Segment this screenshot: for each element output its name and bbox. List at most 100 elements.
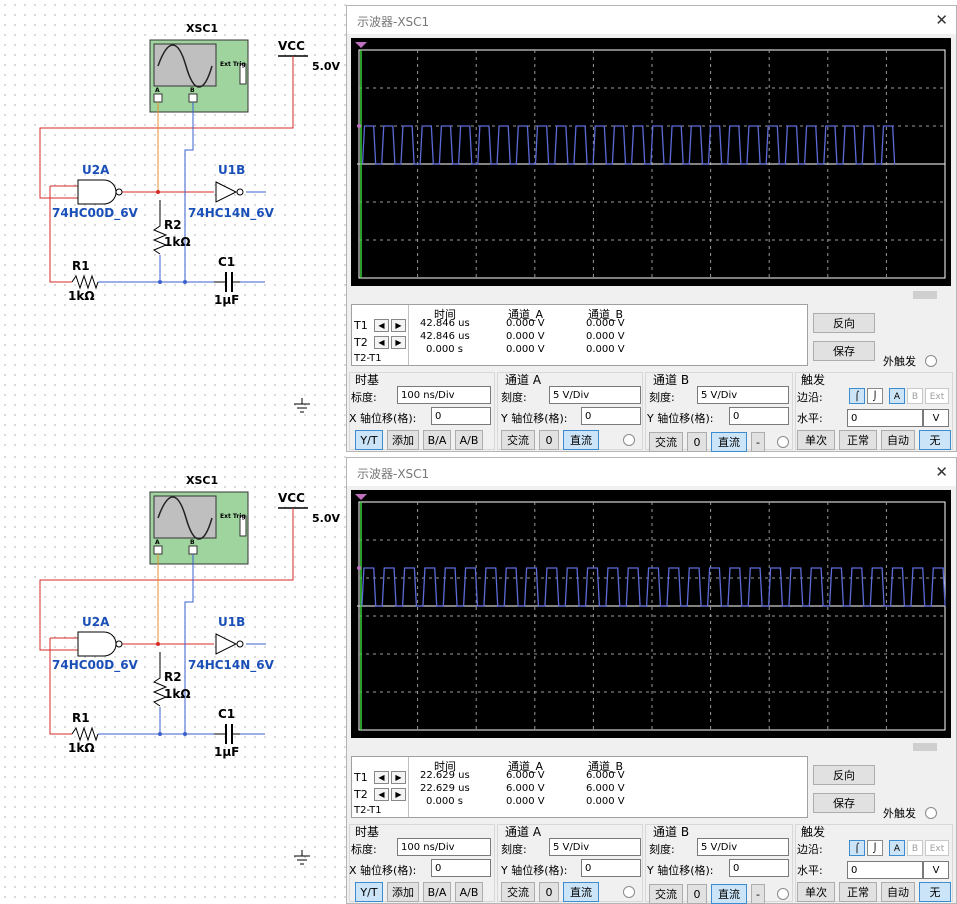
channel-b-scale-input[interactable]: 5 V/Div <box>697 838 789 856</box>
channel-b-ac-button[interactable]: 交流 <box>649 884 683 904</box>
scope-screen[interactable] <box>351 38 951 286</box>
trigger-source-ext[interactable]: Ext <box>925 840 949 856</box>
trigger-source-b[interactable]: B <box>907 388 923 404</box>
arrow-right-icon[interactable]: ▶ <box>391 771 406 784</box>
trigger-source-ext[interactable]: Ext <box>925 388 949 404</box>
normal-button[interactable]: 正常 <box>839 882 877 902</box>
auto-button[interactable]: 自动 <box>881 882 915 902</box>
x-offset-input[interactable]: 0 <box>431 407 491 425</box>
save-button[interactable]: 保存 <box>813 341 875 361</box>
x-offset-input[interactable]: 0 <box>431 859 491 877</box>
trigger-level-unit[interactable]: V <box>923 409 949 427</box>
t2-cursor-arrows[interactable]: ◀ ▶ <box>374 788 406 801</box>
single-button[interactable]: 单次 <box>797 882 835 902</box>
t2-cursor-arrows[interactable]: ◀ ▶ <box>374 336 406 349</box>
ba-button[interactable]: B/A <box>423 882 451 902</box>
channel-b-minus-button[interactable]: - <box>751 432 765 452</box>
nand-gate-symbol[interactable] <box>77 631 117 657</box>
save-button[interactable]: 保存 <box>813 793 875 813</box>
schematic-canvas[interactable]: XSC1 Ext Trig A B VCC 5.0V U2A 74HC00D_6… <box>0 0 346 452</box>
channel-b-scale-input[interactable]: 5 V/Div <box>697 386 789 404</box>
single-button[interactable]: 单次 <box>797 430 835 450</box>
scope-display[interactable] <box>351 38 951 286</box>
close-icon[interactable]: ✕ <box>935 463 948 481</box>
r1-resistor[interactable] <box>71 726 99 742</box>
trigger-level-unit[interactable]: V <box>923 861 949 879</box>
schematic-canvas[interactable]: XSC1 Ext Trig A B VCC 5.0V U2A 74HC00D_6… <box>0 452 346 904</box>
yt-button[interactable]: Y/T <box>355 882 383 902</box>
inverter-symbol[interactable] <box>215 633 238 655</box>
trigger-source-a[interactable]: A <box>889 840 905 856</box>
trigger-level-input[interactable]: 0 <box>847 861 923 879</box>
channel-a-y-offset-input[interactable]: 0 <box>581 407 641 425</box>
window-titlebar[interactable]: 示波器-XSC1 ✕ <box>347 6 956 34</box>
add-button[interactable]: 添加 <box>387 430 419 450</box>
auto-button[interactable]: 自动 <box>881 430 915 450</box>
rising-edge-icon[interactable]: ⌠ <box>849 840 865 856</box>
arrow-left-icon[interactable]: ◀ <box>374 336 389 349</box>
channel-a-dc-button[interactable]: 直流 <box>563 882 599 902</box>
trigger-source-b[interactable]: B <box>907 840 923 856</box>
reverse-button[interactable]: 反向 <box>813 765 875 785</box>
normal-button[interactable]: 正常 <box>839 430 877 450</box>
channel-a-zero-button[interactable]: 0 <box>539 430 559 450</box>
arrow-right-icon[interactable]: ▶ <box>391 788 406 801</box>
rising-edge-icon[interactable]: ⌠ <box>849 388 865 404</box>
ab-button[interactable]: A/B <box>455 430 483 450</box>
falling-edge-icon[interactable]: ⌡ <box>867 840 883 856</box>
channel-b-y-offset-input[interactable]: 0 <box>729 407 789 425</box>
ba-button[interactable]: B/A <box>423 430 451 450</box>
none-button[interactable]: 无 <box>919 430 951 450</box>
channel-b-zero-button[interactable]: 0 <box>687 884 707 904</box>
r1-resistor[interactable] <box>71 274 99 290</box>
t1-cursor-arrows[interactable]: ◀ ▶ <box>374 319 406 332</box>
oscilloscope-instrument[interactable] <box>149 491 249 565</box>
cursor-marker-icon[interactable] <box>355 494 367 500</box>
horizontal-scrollbar[interactable] <box>351 741 951 753</box>
channel-a-radio[interactable] <box>623 886 635 898</box>
c1-capacitor[interactable] <box>214 724 240 744</box>
timebase-scale-input[interactable]: 100 ns/Div <box>397 386 491 404</box>
window-titlebar[interactable]: 示波器-XSC1 ✕ <box>347 458 956 486</box>
falling-edge-icon[interactable]: ⌡ <box>867 388 883 404</box>
scope-screen[interactable] <box>351 490 951 738</box>
channel-a-zero-button[interactable]: 0 <box>539 882 559 902</box>
reverse-button[interactable]: 反向 <box>813 313 875 333</box>
ext-trigger-radio[interactable] <box>925 807 937 819</box>
arrow-left-icon[interactable]: ◀ <box>374 771 389 784</box>
channel-b-radio[interactable] <box>777 436 789 448</box>
inverter-symbol[interactable] <box>215 181 238 203</box>
close-icon[interactable]: ✕ <box>935 11 948 29</box>
channel-a-ac-button[interactable]: 交流 <box>501 430 535 450</box>
channel-a-dc-button[interactable]: 直流 <box>563 430 599 450</box>
ext-trigger-radio[interactable] <box>925 355 937 367</box>
channel-b-zero-button[interactable]: 0 <box>687 432 707 452</box>
cursor-marker-icon[interactable] <box>355 42 367 48</box>
channel-b-dc-button[interactable]: 直流 <box>711 432 747 452</box>
c1-capacitor[interactable] <box>214 272 240 292</box>
circuit-diagram[interactable]: XSC1 Ext Trig A B VCC 5.0V U2A 74HC00D_6… <box>0 452 346 904</box>
timebase-scale-input[interactable]: 100 ns/Div <box>397 838 491 856</box>
scope-display[interactable] <box>351 490 951 738</box>
channel-b-radio[interactable] <box>777 888 789 900</box>
none-button[interactable]: 无 <box>919 882 951 902</box>
channel-a-ac-button[interactable]: 交流 <box>501 882 535 902</box>
oscilloscope-instrument[interactable] <box>149 39 249 113</box>
ab-button[interactable]: A/B <box>455 882 483 902</box>
arrow-left-icon[interactable]: ◀ <box>374 788 389 801</box>
horizontal-scrollbar[interactable] <box>351 289 951 301</box>
t1-cursor-arrows[interactable]: ◀ ▶ <box>374 771 406 784</box>
scrollbar-thumb[interactable] <box>913 743 937 751</box>
oscilloscope-window[interactable]: 示波器-XSC1 ✕ 时间 通道_A 通道_B T1 ◀ ▶ T2 ◀ ▶ T2-T… <box>346 457 957 904</box>
channel-b-ac-button[interactable]: 交流 <box>649 432 683 452</box>
nand-gate-symbol[interactable] <box>77 179 117 205</box>
channel-b-y-offset-input[interactable]: 0 <box>729 859 789 877</box>
arrow-left-icon[interactable]: ◀ <box>374 319 389 332</box>
scrollbar-thumb[interactable] <box>913 291 937 299</box>
channel-b-dc-button[interactable]: 直流 <box>711 884 747 904</box>
yt-button[interactable]: Y/T <box>355 430 383 450</box>
trigger-source-a[interactable]: A <box>889 388 905 404</box>
channel-b-minus-button[interactable]: - <box>751 884 765 904</box>
arrow-right-icon[interactable]: ▶ <box>391 319 406 332</box>
arrow-right-icon[interactable]: ▶ <box>391 336 406 349</box>
